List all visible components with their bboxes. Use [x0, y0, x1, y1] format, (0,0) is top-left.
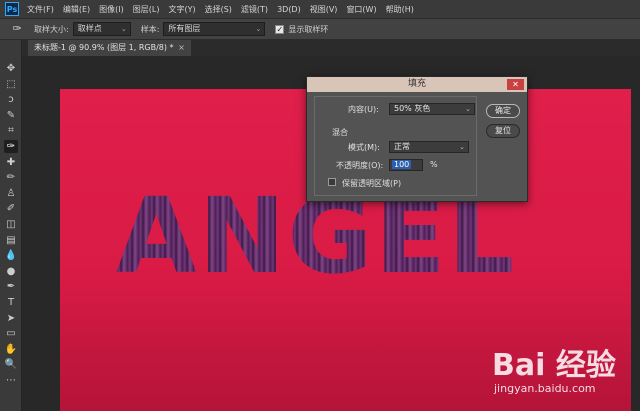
- lasso-tool-icon[interactable]: ↄ: [4, 93, 18, 106]
- menu-help[interactable]: 帮助(H): [386, 4, 414, 15]
- photoshop-window: Ps 文件(F) 编辑(E) 图像(I) 图层(L) 文字(Y) 选择(S) 滤…: [0, 0, 640, 411]
- more-tools-icon[interactable]: ⋯: [4, 374, 18, 387]
- document-tab[interactable]: 未标题-1 @ 90.9% (图层 1, RGB/8) * ×: [28, 40, 191, 56]
- document-tab-bar: 未标题-1 @ 90.9% (图层 1, RGB/8) * ×: [22, 40, 640, 56]
- healing-tool-icon[interactable]: ✚: [4, 156, 18, 169]
- opacity-label: 不透明度(O):: [336, 161, 384, 170]
- content-value: 50% 灰色: [394, 104, 431, 113]
- chevron-down-icon: ⌄: [459, 143, 465, 151]
- menu-edit[interactable]: 编辑(E): [63, 4, 90, 15]
- tools-panel: ✥ ⬚ ↄ ✎ ⌗ ✑ ✚ ✏ ♙ ✐ ◫ ▤ 💧 ● ✒ T ➤ ▭ ✋ 🔍 ⋯: [0, 40, 22, 411]
- crop-tool-icon[interactable]: ⌗: [4, 124, 18, 137]
- content-label: 内容(U):: [348, 105, 379, 114]
- mode-label: 模式(M):: [348, 143, 380, 152]
- eraser-tool-icon[interactable]: ◫: [4, 218, 18, 231]
- type-tool-icon[interactable]: T: [4, 296, 18, 309]
- watermark-url: jingyan.baidu.com: [494, 382, 596, 395]
- dialog-settings-box: 内容(U): 50% 灰色 ⌄ 混合 模式(M): 正常 ⌄ 不透明度(O): …: [314, 96, 477, 196]
- opacity-input[interactable]: 100: [389, 159, 423, 171]
- ps-logo-icon: Ps: [5, 2, 19, 16]
- baidu-jingyan-watermark: Bai 经验 jingyan.baidu.com: [478, 340, 628, 408]
- marquee-tool-icon[interactable]: ⬚: [4, 78, 18, 91]
- ok-button[interactable]: 确定: [486, 104, 520, 118]
- menu-image[interactable]: 图像(I): [99, 4, 124, 15]
- menu-bar: Ps 文件(F) 编辑(E) 图像(I) 图层(L) 文字(Y) 选择(S) 滤…: [0, 0, 640, 18]
- sample-value: 所有图层: [168, 24, 201, 33]
- mode-value: 正常: [394, 142, 410, 151]
- chevron-down-icon: ⌄: [120, 25, 127, 33]
- menu-3d[interactable]: 3D(D): [277, 5, 301, 14]
- history-brush-tool-icon[interactable]: ✐: [4, 202, 18, 215]
- sample-size-value: 取样点: [77, 24, 102, 33]
- sample-size-select[interactable]: 取样点 ⌄: [72, 22, 131, 36]
- dialog-title: 填充: [407, 79, 426, 89]
- preserve-transparency-checkbox[interactable]: [328, 178, 336, 186]
- chevron-down-icon: ⌄: [255, 25, 262, 33]
- fill-dialog: 填充 ✕ 内容(U): 50% 灰色 ⌄ 混合 模式(M): 正常 ⌄ 不透明度…: [306, 76, 528, 202]
- mode-select[interactable]: 正常 ⌄: [389, 141, 469, 153]
- menu-view[interactable]: 视图(V): [310, 4, 338, 15]
- show-ring-checkbox[interactable]: ✓: [275, 24, 285, 34]
- chevron-down-icon: ⌄: [465, 105, 471, 113]
- blend-group-label: 混合: [332, 128, 348, 137]
- dodge-tool-icon[interactable]: ●: [4, 265, 18, 278]
- brush-tool-icon[interactable]: ✏: [4, 171, 18, 184]
- content-select[interactable]: 50% 灰色 ⌄: [389, 103, 475, 115]
- dialog-titlebar[interactable]: 填充 ✕: [307, 77, 527, 92]
- menu-select[interactable]: 选择(S): [205, 4, 232, 15]
- menu-type[interactable]: 文字(Y): [168, 4, 195, 15]
- eyedropper-tool-icon[interactable]: ✑: [4, 140, 18, 153]
- reset-button[interactable]: 复位: [486, 124, 520, 138]
- blur-tool-icon[interactable]: 💧: [4, 249, 18, 262]
- pen-tool-icon[interactable]: ✒: [4, 280, 18, 293]
- menu-filter[interactable]: 滤镜(T): [241, 4, 268, 15]
- options-bar: ✑ 取样大小: 取样点 ⌄ 样本: 所有图层 ⌄ ✓ 显示取样环: [0, 18, 640, 40]
- sample-size-label: 取样大小:: [34, 24, 69, 34]
- menu-window[interactable]: 窗口(W): [346, 4, 376, 15]
- zoom-tool-icon[interactable]: 🔍: [4, 358, 18, 371]
- preserve-transparency-label: 保留透明区域(P): [342, 179, 402, 188]
- path-select-tool-icon[interactable]: ➤: [4, 312, 18, 325]
- document-tab-title: 未标题-1 @ 90.9% (图层 1, RGB/8) *: [34, 43, 174, 52]
- sample-label: 样本:: [140, 24, 160, 34]
- close-icon[interactable]: ×: [178, 43, 185, 52]
- eyedropper-icon[interactable]: ✑: [10, 22, 24, 36]
- quick-select-tool-icon[interactable]: ✎: [4, 109, 18, 122]
- sample-select[interactable]: 所有图层 ⌄: [163, 22, 266, 36]
- move-tool-icon[interactable]: ✥: [4, 62, 18, 75]
- menu-layer[interactable]: 图层(L): [133, 4, 160, 15]
- opacity-unit: %: [430, 160, 438, 169]
- shape-tool-icon[interactable]: ▭: [4, 327, 18, 340]
- close-icon[interactable]: ✕: [507, 79, 524, 90]
- show-ring-label: 显示取样环: [288, 24, 329, 34]
- gradient-tool-icon[interactable]: ▤: [4, 234, 18, 247]
- watermark-brand: Bai 经验: [492, 348, 616, 383]
- stamp-tool-icon[interactable]: ♙: [4, 187, 18, 200]
- hand-tool-icon[interactable]: ✋: [4, 343, 18, 356]
- opacity-value: 100: [392, 160, 412, 169]
- menu-file[interactable]: 文件(F): [27, 4, 54, 15]
